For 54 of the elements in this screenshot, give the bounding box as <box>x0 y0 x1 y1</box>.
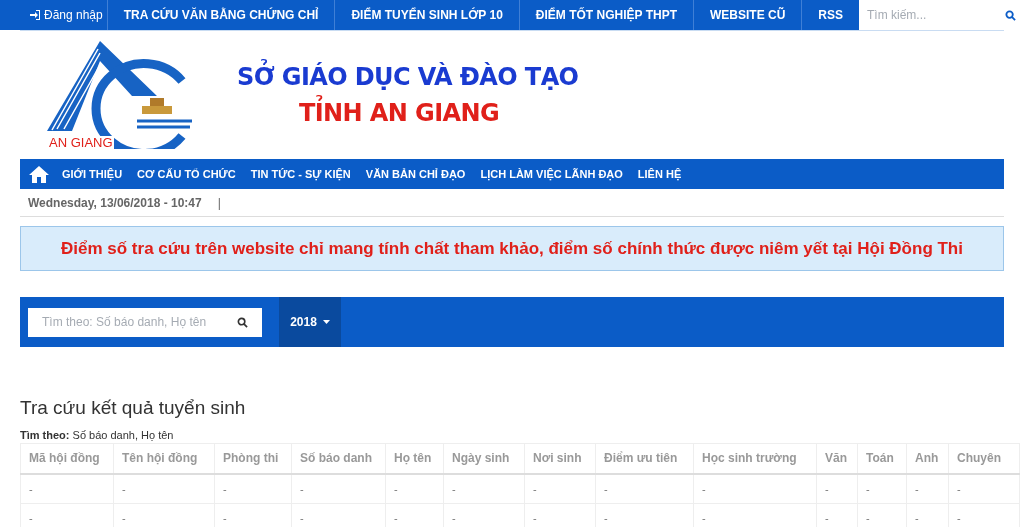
nav-link[interactable]: TIN TỨC - SỰ KIỆN <box>250 165 351 183</box>
table-cell: - <box>948 473 1020 504</box>
home-icon[interactable] <box>29 165 49 183</box>
table-cell: - <box>595 473 694 504</box>
login-icon <box>30 10 40 20</box>
nav-link[interactable]: LỊCH LÀM VIỆC LÃNH ĐẠO <box>480 165 623 183</box>
table-cell: - <box>214 473 292 504</box>
column-header: Anh <box>906 443 949 474</box>
section-title: Tra cứu kết quả tuyển sinh <box>20 396 247 420</box>
search-icon <box>237 316 248 328</box>
table-cell: - <box>857 473 907 504</box>
column-header: Học sinh trường <box>693 443 817 474</box>
column-header: Phòng thi <box>214 443 292 474</box>
search-field[interactable]: Tìm kiếm... <box>859 0 1024 30</box>
site-title: SỞ GIÁO DỤC VÀ ĐÀO TẠO <box>237 59 579 95</box>
logo-text: AN GIANG <box>48 136 114 149</box>
table-cell: - <box>816 473 858 504</box>
date-time: Wednesday, 13/06/2018 - 10:47 <box>28 194 202 212</box>
table-cell: - <box>20 473 114 504</box>
search-field[interactable]: Tìm theo: Số báo danh, Họ tên <box>28 307 262 337</box>
site-subtitle: TỈNH AN GIANG <box>299 95 500 131</box>
table-cell: - <box>385 473 444 504</box>
separator-text: | <box>217 194 221 212</box>
top-link[interactable]: TRA CỨU VĂN BẰNG CHỨNG CHỈ <box>106 0 335 30</box>
top-link[interactable]: WEBSITE CŨ <box>692 0 802 30</box>
table-cell: - <box>443 473 525 504</box>
column-header: Mã hội đồng <box>20 443 114 474</box>
table-cell: - <box>291 473 386 504</box>
year-dropdown[interactable]: 2018 <box>279 297 341 347</box>
nav-link[interactable]: VĂN BẢN CHỈ ĐẠO <box>365 165 466 183</box>
column-header: Họ tên <box>385 443 444 474</box>
column-header: Tên hội đồng <box>113 443 215 474</box>
table-cell: - <box>524 473 596 504</box>
search-icon <box>1005 10 1016 21</box>
column-header: Số báo danh <box>291 443 386 474</box>
nav-link[interactable]: GIỚI THIỆU <box>62 165 123 183</box>
column-header: Điểm ưu tiên <box>595 443 694 474</box>
top-link[interactable]: ĐIỂM TỐT NGHIỆP THPT <box>518 0 693 30</box>
column-header: Chuyên <box>948 443 1020 474</box>
column-header: Nơi sinh <box>524 443 596 474</box>
nav-link[interactable]: LIÊN HỆ <box>637 165 682 183</box>
column-header: Ngày sinh <box>443 443 525 474</box>
table-cell: - <box>906 473 949 504</box>
nav-link[interactable]: CƠ CẤU TỔ CHỨC <box>137 165 236 183</box>
login-link[interactable]: Đăng nhập <box>30 6 103 24</box>
table-cell: - <box>113 473 215 504</box>
column-header: Văn <box>816 443 858 474</box>
table-cell: - <box>693 473 817 504</box>
search-hint: Tìm theo: Số báo danh, Họ tên <box>20 427 175 443</box>
notice-banner: Điểm số tra cứu trên website chỉ mang tính chất tham khảo, điểm số chính thức được niêm yết tại Hội Đồng Thi <box>20 226 1004 271</box>
table-cell: - <box>20 503 114 527</box>
caret-icon <box>322 320 330 324</box>
top-link[interactable]: ĐIỂM TUYỂN SINH LỚP 10 <box>334 0 519 30</box>
column-header: Toán <box>857 443 907 474</box>
